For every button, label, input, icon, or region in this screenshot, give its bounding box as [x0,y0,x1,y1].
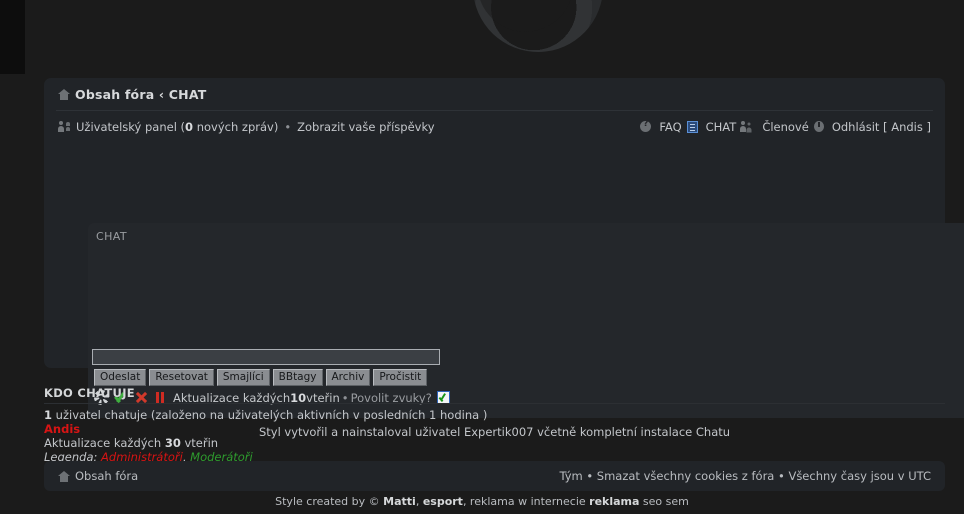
bbtags-button[interactable]: BBtagy [272,369,323,386]
copyright-ad-link[interactable]: reklama [589,495,639,508]
user-panel-icon [58,120,69,133]
archive-button[interactable]: Archiv [325,369,371,386]
copyright-prefix: Style created by © [275,495,384,508]
send-button[interactable]: Odeslat [94,369,147,386]
who-chatting-heading: KDO CHATUJE [44,386,135,400]
home-icon [58,88,70,100]
copyright-brand[interactable]: esport [423,495,463,508]
who-chatting-refresh: Aktualizace každých 30 vteřin [44,436,945,450]
who-chatting-count: 1 [44,408,53,422]
ucp-label: Uživatelský panel ( [76,119,186,134]
reset-button[interactable]: Resetovat [149,369,214,386]
members-link[interactable]: Členové [762,120,809,134]
bottom-bar-left: Obsah fóra [58,469,138,483]
ucp-link[interactable]: Uživatelský panel (0 nových zpráv) [76,120,278,134]
chat-input[interactable] [92,349,440,365]
who-chatting-users: Andis [44,422,945,436]
user-link-andis[interactable]: Andis [44,422,80,436]
chat-icon [686,120,698,133]
nav-separator: • [284,119,292,134]
chat-area-title: CHAT [96,230,127,243]
forum-panel: Obsah fóra ‹ CHAT Uživatelský panel (0 n… [44,78,964,439]
nav-links-row: Uživatelský panel (0 nových zpráv) • Zob… [44,111,945,142]
clear-button[interactable]: Pročistit [373,369,428,386]
faq-icon [640,119,652,132]
ucp-label-end: nových zpráv) [193,119,279,134]
bottom-bar: Obsah fóra Tým • Smazat všechny cookies … [44,461,945,491]
copyright-mid2: , reklama w internecie [462,495,590,508]
left-gutter [0,0,25,74]
who-chatting-section: KDO CHATUJE 1 uživatel chatuje (založeno… [44,386,945,464]
bottom-home-link[interactable]: Obsah fóra [75,469,138,483]
breadcrumb-text[interactable]: Obsah fóra ‹ CHAT [75,87,206,102]
faq-link[interactable]: FAQ [659,120,681,134]
header-band [25,0,964,74]
copyright-suffix: seo sem [639,495,689,508]
copyright-line: Style created by © Matti, esport, reklam… [0,495,964,508]
ucp-count: 0 [185,119,194,134]
copyright-author[interactable]: Matti [383,495,416,508]
members-icon [740,121,754,132]
who-refresh-prefix: Aktualizace každých [44,436,165,450]
breadcrumb: Obsah fóra ‹ CHAT [44,78,945,110]
bottom-bar-right[interactable]: Tým • Smazat všechny cookies z fóra • Vš… [559,469,931,483]
smilies-button[interactable]: Smajlíci [216,369,270,386]
copyright-mid1: , [415,495,423,508]
logout-link[interactable]: Odhlásit [ Andis ] [832,120,931,134]
who-refresh-suffix: vteřin [180,436,219,450]
who-chatting-count-line: 1 uživatel chatuje (založeno na uživatel… [44,408,945,422]
swirl-logo-icon [456,0,620,69]
chat-button-row: Odeslat Resetovat Smajlíci BBtagy Archiv… [94,369,428,386]
page-wrap: Obsah fóra ‹ CHAT Uživatelský panel (0 n… [0,0,964,514]
who-chatting-count-text: uživatel chatuje (založeno na uživatelýc… [52,408,488,422]
chat-link[interactable]: CHAT [706,120,737,134]
nav-links-right: FAQ CHAT Členové Odhlásit [ Andis ] [640,119,931,134]
power-icon [813,121,824,132]
who-chatting-divider [44,403,945,404]
home-icon [58,470,70,482]
own-posts-link[interactable]: Zobrazit vaše příspěvky [297,120,434,134]
nav-links-left: Uživatelský panel (0 nových zpráv) • Zob… [58,120,435,134]
who-refresh-seconds: 30 [164,436,181,450]
